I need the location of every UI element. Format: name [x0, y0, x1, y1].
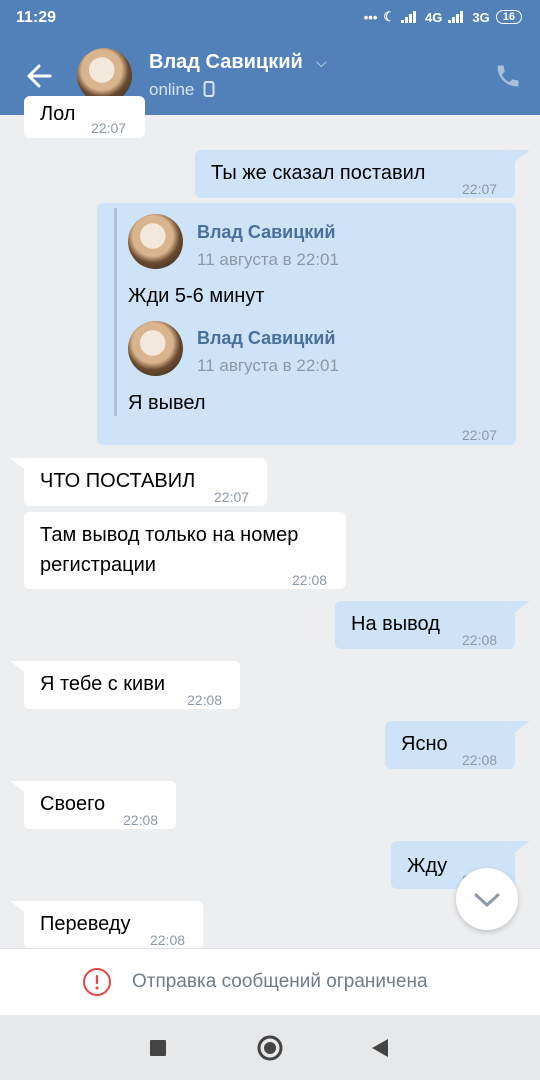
message-outgoing-forwarded[interactable]: Влад Савицкий 11 августа в 22:01 Жди 5-6…	[97, 203, 516, 445]
square-nav-icon	[150, 1040, 166, 1056]
message-time: 22:07	[462, 427, 498, 443]
recent-apps-button[interactable]	[140, 1030, 176, 1066]
message-time: 22:08	[462, 752, 498, 768]
message-incoming[interactable]: Переведу 22:08	[24, 901, 203, 949]
signal-icon	[401, 11, 419, 23]
forwarded-date: 11 августа в 22:01	[197, 250, 339, 269]
message-time: 22:08	[462, 632, 498, 648]
message-time: 22:08	[123, 812, 159, 828]
message-text: На вывод	[351, 613, 440, 635]
phone-icon	[497, 65, 519, 87]
status-bar: 11:29 ••• ☾ 4G 3G 16	[0, 0, 540, 38]
message-time: 22:08	[187, 692, 223, 708]
chevron-down-icon	[474, 893, 500, 907]
message-incoming[interactable]: ЧТО ПОСТАВИЛ 22:07	[24, 458, 267, 506]
back-arrow-icon	[27, 64, 52, 88]
forwarded-text: Жди 5-6 минут	[128, 285, 265, 307]
message-text: Ты же сказал поставил	[211, 162, 426, 184]
message-incoming[interactable]: Своего 22:08	[24, 781, 176, 829]
message-time: 22:07	[462, 181, 498, 197]
battery-indicator: 16	[495, 10, 522, 24]
forward-indicator-line	[114, 208, 117, 416]
message-time: 22:07	[91, 120, 127, 136]
forwarded-date: 11 августа в 22:01	[197, 356, 339, 375]
more-dots-icon: •••	[363, 9, 378, 25]
online-status: online	[149, 80, 215, 100]
message-outgoing[interactable]: Ты же сказал поставил 22:07	[195, 150, 515, 198]
message-outgoing[interactable]: Ясно 22:08	[385, 721, 515, 769]
warning-icon	[83, 968, 111, 996]
network-type-2: 3G	[472, 9, 490, 25]
contact-avatar[interactable]	[77, 48, 132, 103]
message-time: 22:08	[292, 572, 328, 588]
phone-device-icon	[203, 81, 215, 97]
network-type-1: 4G	[425, 9, 443, 25]
message-time: 22:07	[214, 489, 250, 505]
moon-icon: ☾	[383, 9, 396, 24]
forwarded-sender-avatar[interactable]	[128, 214, 183, 269]
forwarded-sender-avatar[interactable]	[128, 321, 183, 376]
message-text: ЧТО ПОСТАВИЛ	[40, 470, 196, 492]
triangle-nav-icon	[372, 1039, 388, 1057]
message-text-line-1: Там вывод только на номер	[40, 524, 299, 546]
message-incoming[interactable]: Там вывод только на номер регистрации 22…	[24, 512, 346, 589]
message-text: Своего	[40, 793, 106, 815]
circle-nav-icon	[257, 1035, 283, 1061]
message-text: Ясно	[401, 733, 448, 755]
system-nav-bar	[0, 1015, 540, 1080]
message-text-line-2: регистрации	[40, 554, 156, 576]
message-text: Я тебе с киви	[40, 673, 166, 695]
restriction-text: Отправка сообщений ограничена	[132, 971, 428, 992]
online-label: online	[149, 80, 195, 99]
message-outgoing[interactable]: На вывод 22:08	[335, 601, 515, 649]
message-text: Лол	[40, 103, 76, 125]
status-time: 11:29	[16, 9, 57, 26]
back-nav-button[interactable]	[362, 1030, 398, 1066]
message-text: Переведу	[40, 913, 131, 935]
call-button[interactable]	[494, 62, 522, 90]
back-button[interactable]	[22, 58, 58, 94]
forwarded-text: Я вывел	[128, 392, 206, 414]
chevron-down-icon[interactable]: ⌵	[316, 54, 327, 71]
restriction-banner: Отправка сообщений ограничена	[0, 948, 540, 1015]
signal-icon-2	[448, 11, 466, 23]
contact-name[interactable]: Влад Савицкий	[149, 51, 303, 74]
message-text: Жду	[407, 855, 448, 877]
status-icons: ••• ☾ 4G 3G 16	[364, 9, 522, 25]
forwarded-sender-name[interactable]: Влад Савицкий	[197, 324, 335, 352]
home-button[interactable]	[250, 1028, 290, 1068]
message-incoming[interactable]: Лол 22:07	[24, 96, 145, 138]
message-incoming[interactable]: Я тебе с киви 22:08	[24, 661, 240, 709]
scroll-to-bottom-button[interactable]	[456, 868, 518, 930]
forwarded-sender-name[interactable]: Влад Савицкий	[197, 218, 335, 246]
